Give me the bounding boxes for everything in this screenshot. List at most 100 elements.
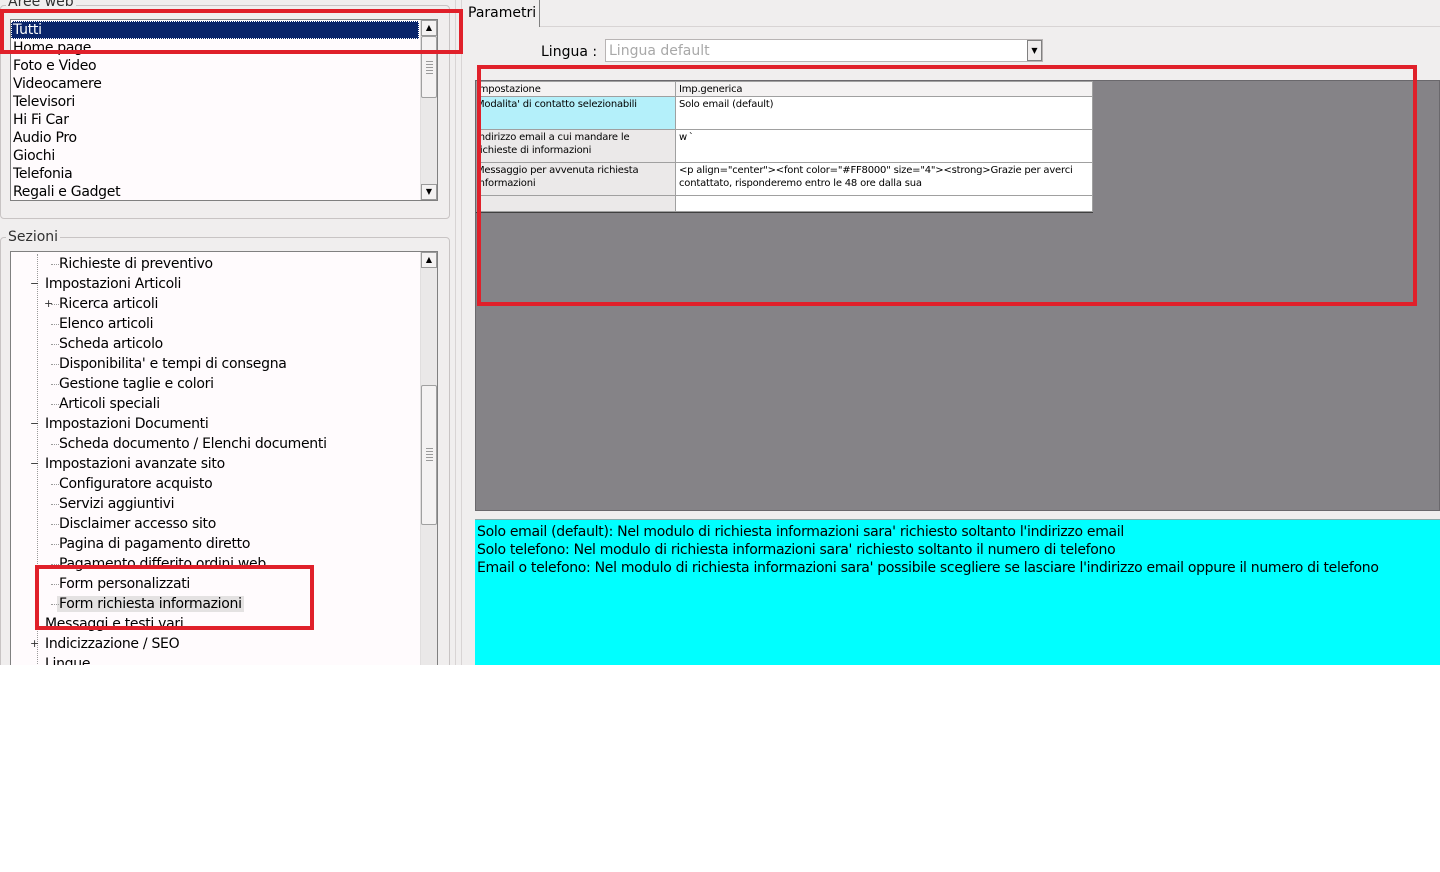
tree-item-label: Impostazioni Documenti — [45, 416, 209, 432]
tree-item[interactable]: Richieste di preventivo — [57, 254, 215, 274]
description-line: Solo email (default): Nel modulo di rich… — [477, 524, 1124, 540]
tree-item-label: Gestione taglie e colori — [59, 376, 214, 392]
tree-item-label: Pagamento differito ordini web — [59, 556, 266, 572]
tree-item-label: Disclaimer accesso sito — [59, 516, 217, 532]
grid-cell-setting[interactable]: Messaggio per avvenuta richiesta informa… — [476, 162, 676, 196]
tree-item[interactable]: Impostazioni avanzate sito — [43, 454, 227, 474]
tree-item[interactable]: Impostazioni Articoli — [43, 274, 183, 294]
aree-web-list[interactable]: Tutti Home page Foto e Video Videocamere Tel… — [10, 19, 438, 201]
list-item[interactable]: Tutti — [11, 21, 419, 39]
list-item[interactable]: Foto e Video — [11, 57, 419, 75]
grid-cell-value[interactable]: Solo email (default) — [675, 96, 1093, 130]
tree-item[interactable]: Messaggi e testi vari — [43, 614, 185, 634]
grid-cell-value[interactable]: w ` — [675, 129, 1093, 163]
tree-connector — [51, 344, 59, 345]
tree-item-label: Ricerca articoli — [59, 296, 159, 312]
table-row[interactable] — [476, 195, 1093, 212]
tree-item-label: Impostazioni Articoli — [45, 276, 182, 292]
list-item[interactable]: Hi Fi Car — [11, 111, 419, 129]
application-window: Aree web Tutti Home page Foto e Video Video… — [0, 0, 1440, 665]
tree-item[interactable]: Disponibilita' e tempi di consegna — [57, 354, 289, 374]
grid-cell-value[interactable]: <p align="center"><font color="#FF8000" … — [675, 162, 1093, 196]
tree-connector — [51, 484, 59, 485]
tree-item-label: Richieste di preventivo — [59, 256, 213, 272]
collapse-icon[interactable]: − — [30, 418, 39, 429]
collapse-icon[interactable]: − — [30, 458, 39, 469]
tree-connector — [51, 404, 59, 405]
aree-web-scrollbar[interactable]: ▲ ▼ — [420, 20, 437, 200]
list-item[interactable]: Giochi — [11, 147, 419, 165]
description-panel: Solo email (default): Nel modulo di rich… — [475, 519, 1440, 665]
table-row[interactable]: Messaggio per avvenuta richiesta informa… — [476, 162, 1093, 196]
tree-connector — [51, 504, 59, 505]
list-item[interactable]: Telefonia — [11, 165, 419, 183]
tree-item-label: Form personalizzati — [59, 576, 191, 592]
tree-connector — [51, 324, 59, 325]
grid-cell-setting[interactable]: Indirizzo email a cui mandare le richies… — [476, 129, 676, 163]
tree-item-label: Scheda articolo — [59, 336, 163, 352]
tree-item[interactable]: Indicizzazione / SEO — [43, 634, 181, 654]
tree-item-label: Scheda documento / Elenchi documenti — [59, 436, 327, 452]
chevron-down-icon[interactable]: ▼ — [1027, 40, 1042, 61]
tree-item-label: Impostazioni avanzate sito — [45, 456, 225, 472]
sezioni-scrollbar[interactable]: ▲ — [420, 252, 437, 665]
tree-connector — [51, 444, 59, 445]
scroll-down-icon[interactable]: ▼ — [421, 184, 437, 200]
scroll-up-icon[interactable]: ▲ — [421, 20, 437, 36]
scroll-thumb[interactable] — [421, 36, 437, 98]
grid-header-imp-generica[interactable]: Imp.generica — [675, 81, 1093, 97]
tree-item[interactable]: Form personalizzati — [57, 574, 192, 594]
grid-cell-setting[interactable]: Modalita' di contatto selezionabili — [476, 96, 676, 130]
tree-item[interactable]: Lingue — [43, 654, 92, 665]
tree-item[interactable]: Scheda articolo — [57, 334, 165, 354]
tree-item-label: Disponibilita' e tempi di consegna — [59, 356, 287, 372]
panel-splitter[interactable] — [455, 0, 462, 665]
expand-icon[interactable]: + — [30, 638, 39, 649]
parameters-grid: Impostazione Imp.generica Modalita' di c… — [476, 81, 1093, 213]
tree-connector — [51, 384, 59, 385]
tab-parametri[interactable]: Parametri — [463, 0, 540, 27]
tree-connector — [51, 604, 59, 605]
tree-item[interactable]: Elenco articoli — [57, 314, 155, 334]
grid-header-impostazione[interactable]: Impostazione — [476, 81, 676, 97]
tree-item[interactable]: Articoli speciali — [57, 394, 162, 414]
list-item[interactable]: Regali e Gadget — [11, 183, 419, 200]
list-item[interactable]: Audio Pro — [11, 129, 419, 147]
tree-item-label: Pagina di pagamento diretto — [59, 536, 251, 552]
aree-web-items: Tutti Home page Foto e Video Videocamere Tel… — [11, 21, 419, 200]
tree-item-label: Lingue — [45, 656, 91, 665]
list-item[interactable]: Home page — [11, 39, 419, 57]
tree-item[interactable]: Gestione taglie e colori — [57, 374, 216, 394]
tree-item-label: Messaggi e testi vari — [45, 616, 184, 632]
tree-item[interactable]: Servizi aggiuntivi — [57, 494, 176, 514]
table-row[interactable]: Indirizzo email a cui mandare le richies… — [476, 129, 1093, 163]
tree-item[interactable]: Pagamento differito ordini web — [57, 554, 268, 574]
tree-item[interactable]: Impostazioni Documenti — [43, 414, 210, 434]
tree-item[interactable]: Disclaimer accesso sito — [57, 514, 218, 534]
grid-cell-value[interactable] — [675, 195, 1093, 212]
sezioni-legend: Sezioni — [6, 229, 61, 245]
expand-icon[interactable]: + — [44, 298, 53, 309]
tree-item[interactable]: Scheda documento / Elenchi documenti — [57, 434, 329, 454]
lingua-combo[interactable]: Lingua default ▼ — [605, 39, 1043, 62]
tree-item[interactable]: Pagina di pagamento diretto — [57, 534, 252, 554]
collapse-icon[interactable]: − — [30, 278, 39, 289]
aree-web-legend: Aree web — [6, 0, 76, 10]
tree-item-label: Form richiesta informazioni — [57, 596, 244, 612]
grid-cell-setting[interactable] — [476, 195, 676, 212]
sezioni-tree[interactable]: Richieste di preventivo Impostazioni Arti… — [10, 251, 438, 665]
tree-item[interactable]: Configuratore acquisto — [57, 474, 214, 494]
list-item[interactable]: Televisori — [11, 93, 419, 111]
tree-item[interactable]: Ricerca articoli — [57, 294, 160, 314]
tree-item-label: Configuratore acquisto — [59, 476, 213, 492]
tree-connector — [51, 564, 59, 565]
scroll-thumb[interactable] — [421, 385, 437, 525]
tree-item-label: Indicizzazione / SEO — [45, 636, 180, 652]
list-item[interactable]: Videocamere — [11, 75, 419, 93]
tree-item[interactable]: Form richiesta informazioni — [57, 594, 244, 614]
lingua-label: Lingua : — [541, 44, 598, 60]
tree-connector — [51, 544, 59, 545]
description-line: Email o telefono: Nel modulo di richiest… — [477, 560, 1379, 576]
table-row[interactable]: Modalita' di contatto selezionabili Solo… — [476, 96, 1093, 130]
scroll-up-icon[interactable]: ▲ — [421, 252, 437, 268]
